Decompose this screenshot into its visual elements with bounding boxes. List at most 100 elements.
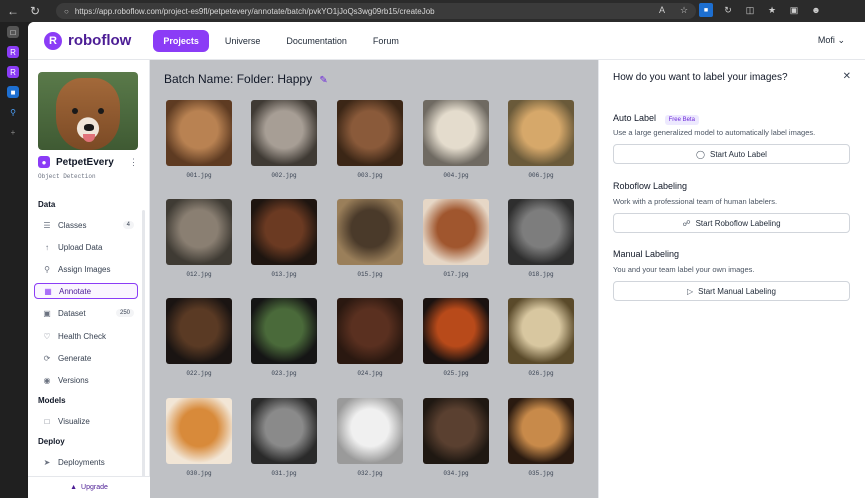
favorites-icon[interactable]: ★	[765, 3, 779, 17]
sidebar-item-assign-images[interactable]: ⚲ Assign Images	[34, 261, 138, 277]
image-thumbnail[interactable]	[337, 199, 403, 265]
image-thumbnail[interactable]	[508, 298, 574, 364]
nav-projects[interactable]: Projects	[153, 29, 209, 52]
sidebar-scrollbar[interactable]	[142, 210, 145, 480]
image-thumbnail[interactable]	[337, 398, 403, 464]
image-thumbnail[interactable]	[508, 100, 574, 166]
user-menu[interactable]: Mofi ⌄	[818, 35, 845, 46]
sidebar-item-versions[interactable]: ◉ Versions	[34, 372, 138, 388]
lightbulb-icon: ◯	[696, 149, 705, 159]
image-thumbnail[interactable]	[166, 199, 232, 265]
image-thumbnail[interactable]	[251, 298, 317, 364]
section-deploy: Deploy	[38, 437, 65, 446]
image-thumbnail[interactable]	[166, 100, 232, 166]
search-icon: ⚲	[44, 264, 50, 274]
sidebar-item-deployments[interactable]: ➤ Deployments	[34, 454, 138, 470]
refresh-icon[interactable]: ↻	[26, 2, 44, 20]
auto-label-description: Use a large generalized model to automat…	[613, 128, 816, 137]
image-thumbnail[interactable]	[337, 298, 403, 364]
search-icon[interactable]: ⚲	[7, 106, 19, 118]
image-filename: 013.jpg	[271, 271, 297, 278]
image-filename: 004.jpg	[443, 172, 469, 179]
roboflow-tab-icon-2[interactable]: R	[7, 66, 19, 78]
image-filename: 034.jpg	[443, 470, 469, 477]
image-thumbnail[interactable]	[508, 199, 574, 265]
health-icon: ♡	[43, 331, 51, 341]
tag-icon: ▷	[687, 286, 694, 296]
manual-labeling-title: Manual Labeling	[613, 249, 680, 259]
refresh-ext-icon[interactable]: ↻	[721, 3, 735, 17]
image-filename: 015.jpg	[357, 271, 383, 278]
image-filename: 025.jpg	[443, 370, 469, 377]
image-thumbnail[interactable]	[423, 398, 489, 464]
favorite-star-icon[interactable]: ☆	[677, 3, 691, 17]
url-text: https://app.roboflow.com/project-es9fl/p…	[74, 6, 435, 16]
address-bar[interactable]: ○ https://app.roboflow.com/project-es9fl…	[56, 3, 696, 19]
start-roboflow-labeling-button[interactable]: ☍ Start Roboflow Labeling	[613, 213, 850, 233]
more-options-icon[interactable]: ⋮	[129, 157, 138, 168]
image-thumbnail[interactable]	[423, 100, 489, 166]
sidebar-item-annotate[interactable]: ▦ Annotate	[34, 283, 138, 299]
sidebar-item-health-check[interactable]: ♡ Health Check	[34, 328, 138, 344]
image-filename: 012.jpg	[186, 271, 212, 278]
logo-text: roboflow	[68, 32, 132, 49]
sidebar-item-classes[interactable]: ☰ Classes 4	[34, 217, 138, 233]
free-beta-badge: Free Beta	[664, 115, 699, 125]
batch-image-grid: Batch Name: Folder: Happy ✎ 001.jpg 002.j…	[150, 60, 598, 498]
collections-icon[interactable]: ▣	[787, 3, 801, 17]
roboflow-tab-icon[interactable]: R	[7, 46, 19, 58]
nav-universe[interactable]: Universe	[215, 30, 271, 52]
plus-icon[interactable]: +	[7, 126, 19, 138]
sidebar-item-generate[interactable]: ⟳ Generate	[34, 350, 138, 366]
back-arrow-icon[interactable]: ←	[4, 2, 22, 20]
profile-icon[interactable]: ☻	[809, 3, 823, 17]
image-thumbnail[interactable]	[423, 199, 489, 265]
image-thumbnail[interactable]	[423, 298, 489, 364]
image-thumbnail[interactable]	[166, 298, 232, 364]
start-auto-label-button[interactable]: ◯ Start Auto Label	[613, 144, 850, 164]
edge-sidebar: □ R R ■ ⚲ +	[0, 22, 26, 498]
generate-icon: ⟳	[43, 353, 51, 363]
horizontal-scrollbar[interactable]	[150, 492, 598, 498]
browser-toolbar: ← ↻ ○ https://app.roboflow.com/project-e…	[0, 0, 865, 22]
extension-icon[interactable]: ■	[699, 3, 713, 17]
start-manual-labeling-button[interactable]: ▷ Start Manual Labeling	[613, 281, 850, 301]
image-thumbnail[interactable]	[508, 398, 574, 464]
project-sidebar: ● PetpetEvery ⋮ Object Detection Data ☰ …	[28, 60, 150, 498]
tabs-icon[interactable]: □	[7, 26, 19, 38]
sidebar-item-upload-data[interactable]: ↑ Upload Data	[34, 239, 138, 255]
split-screen-icon[interactable]: ◫	[743, 3, 757, 17]
image-thumbnail[interactable]	[337, 100, 403, 166]
sidebar-item-visualize[interactable]: □ Visualize	[34, 413, 138, 429]
nav-documentation[interactable]: Documentation	[276, 30, 357, 52]
read-aloud-icon[interactable]: A	[655, 3, 669, 17]
sidebar-item-dataset[interactable]: ▣ Dataset 250	[34, 305, 138, 321]
image-filename: 001.jpg	[186, 172, 212, 179]
logo[interactable]: R roboflow	[44, 31, 132, 50]
project-name: PetpetEvery	[56, 156, 114, 168]
image-thumbnail[interactable]	[251, 398, 317, 464]
image-filename: 026.jpg	[528, 370, 554, 377]
user-name: Mofi	[817, 35, 835, 45]
upgrade-button[interactable]: ▲ Upgrade	[28, 476, 150, 498]
dataset-count-badge: 250	[115, 309, 134, 317]
deploy-icon: ➤	[43, 457, 51, 467]
close-icon[interactable]: ✕	[843, 71, 851, 82]
section-data: Data	[38, 200, 56, 209]
image-thumbnail[interactable]	[166, 398, 232, 464]
annotate-icon: ▦	[44, 286, 52, 296]
image-thumbnail[interactable]	[251, 100, 317, 166]
headset-icon: ☍	[682, 218, 691, 228]
manual-labeling-description: You and your team label your own images.	[613, 265, 755, 274]
nav-forum[interactable]: Forum	[363, 30, 409, 52]
batch-title: Batch Name: Folder: Happy ✎	[164, 72, 328, 86]
edit-icon[interactable]: ✎	[319, 75, 327, 86]
image-filename: 017.jpg	[443, 271, 469, 278]
versions-icon: ◉	[43, 375, 51, 385]
top-navigation: R roboflow Projects Universe Documentati…	[28, 22, 865, 60]
list-icon: ☰	[43, 220, 51, 230]
app-tab-icon[interactable]: ■	[7, 86, 19, 98]
rocket-icon: ▲	[70, 484, 78, 491]
image-thumbnail[interactable]	[251, 199, 317, 265]
dataset-icon: ▣	[43, 308, 51, 318]
